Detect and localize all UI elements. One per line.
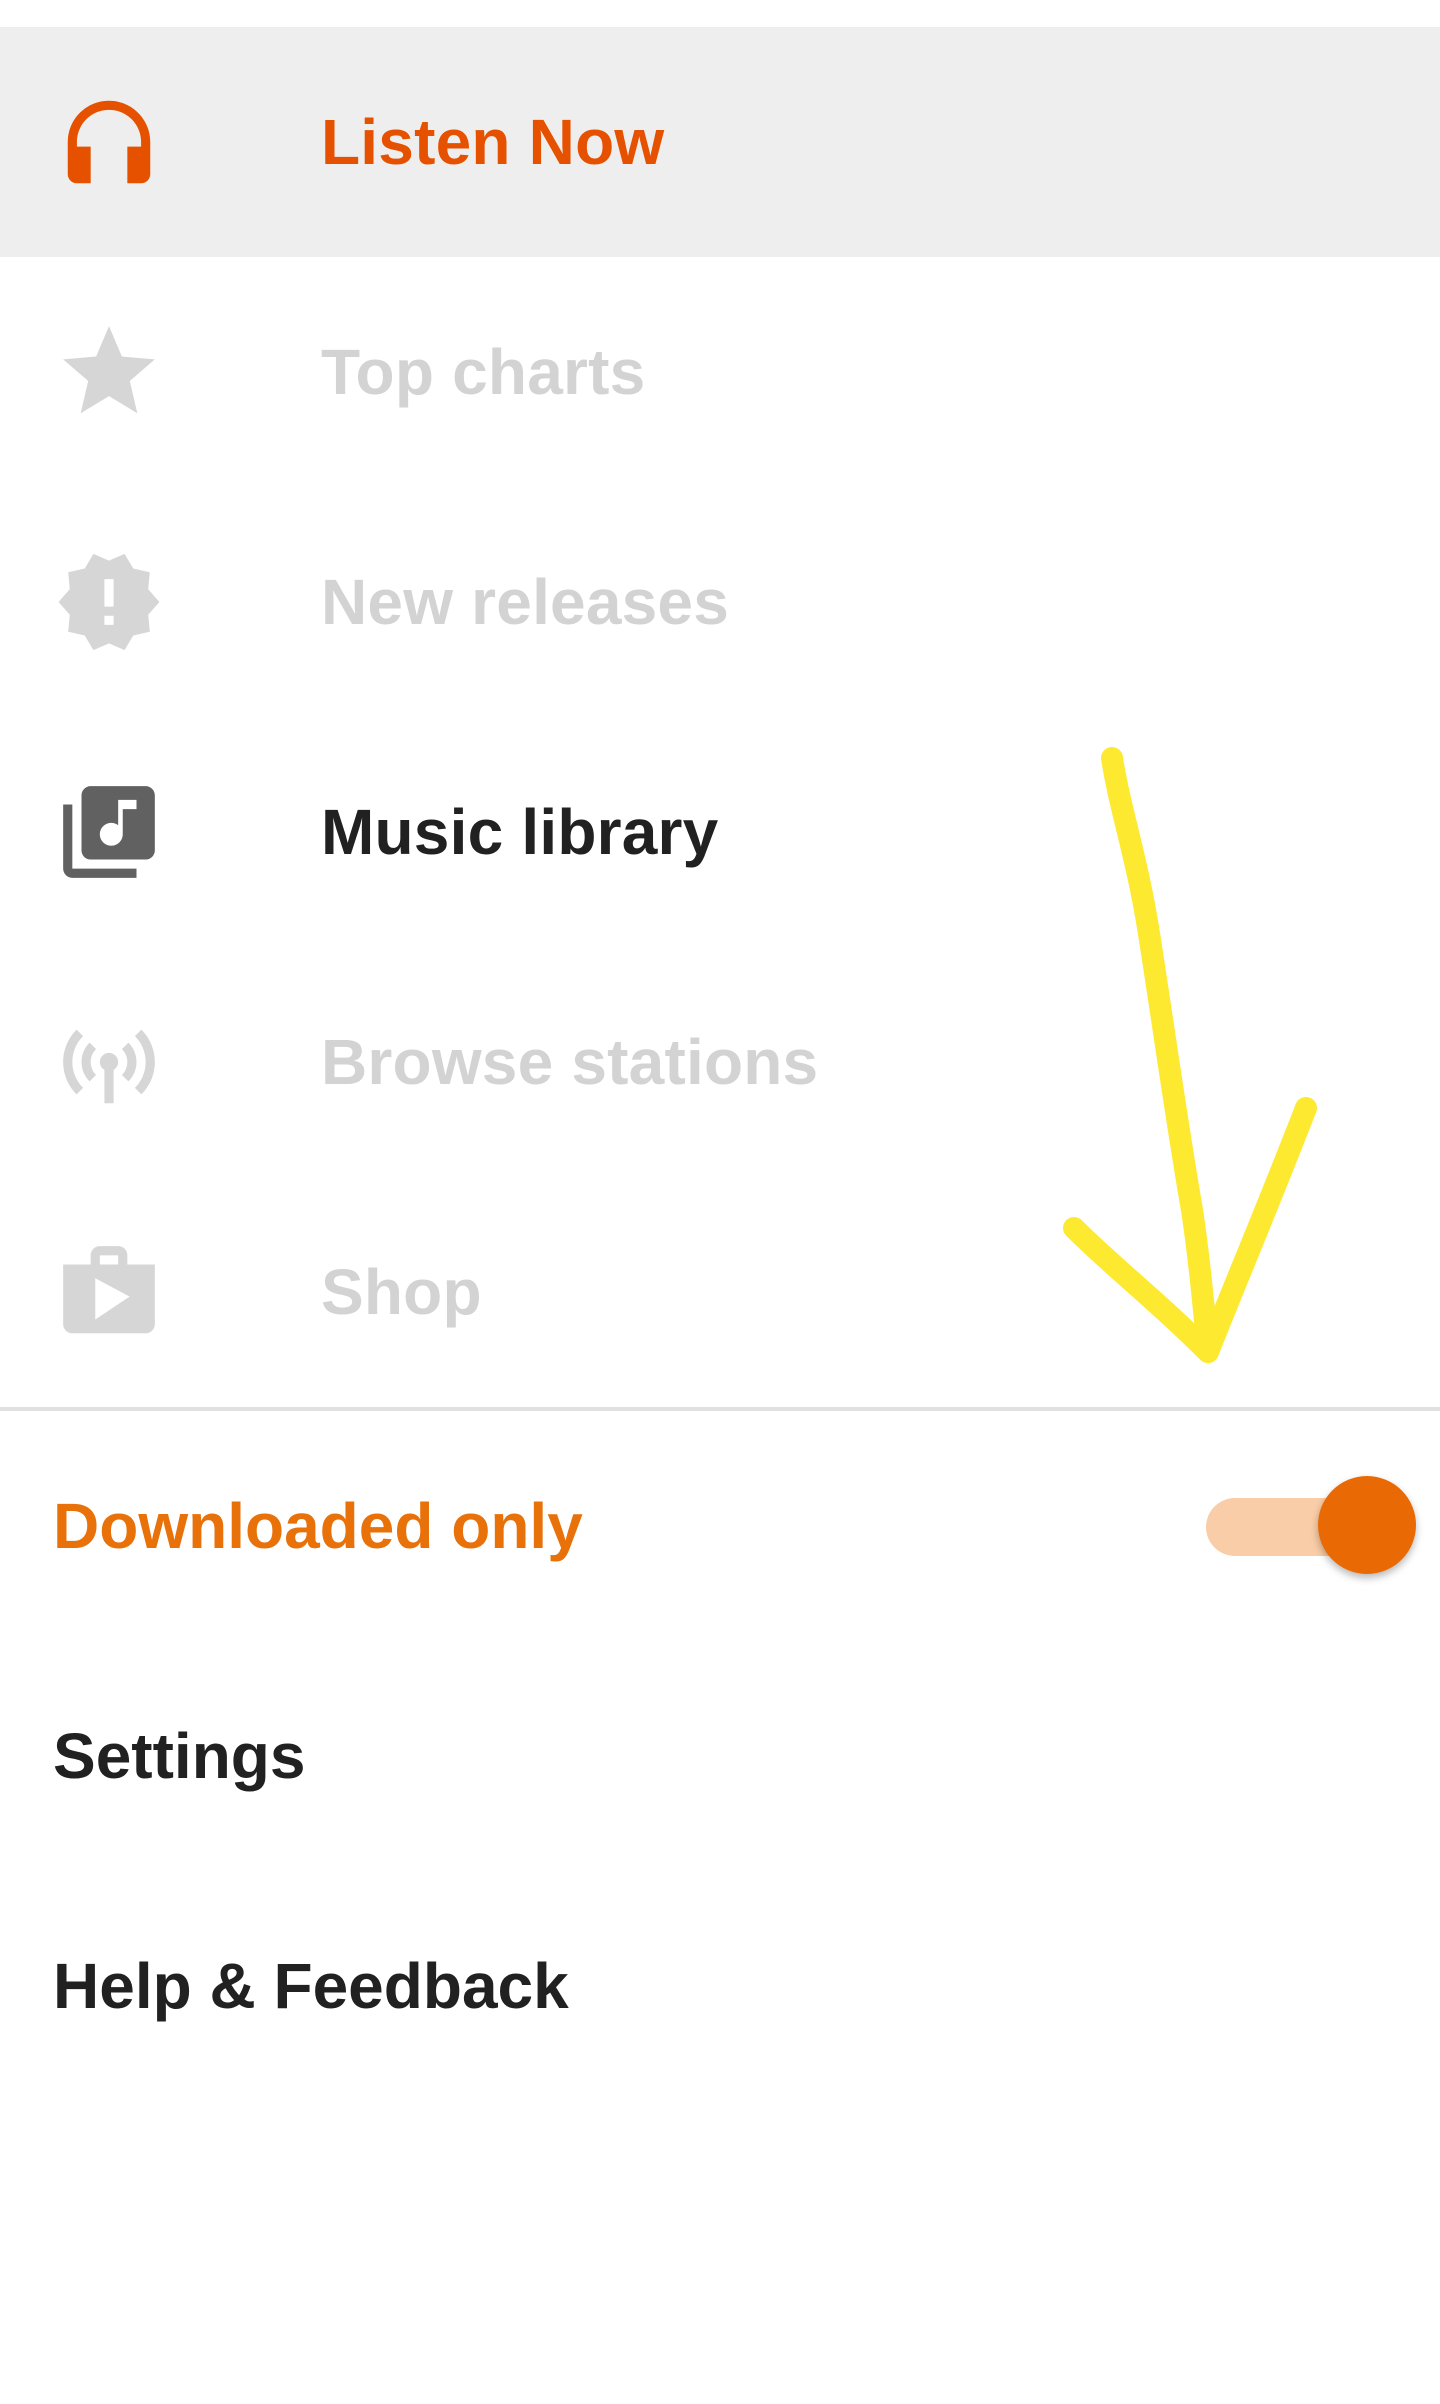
settings-label: Settings — [53, 1720, 306, 1792]
nav-item-music-library[interactable]: Music library — [0, 717, 1440, 947]
help-feedback-label: Help & Feedback — [53, 1950, 569, 2022]
downloaded-only-toggle[interactable] — [1206, 1476, 1416, 1576]
drawer-nav-list: Listen Now Top charts New releases Music… — [0, 27, 1440, 1407]
nav-item-listen-now[interactable]: Listen Now — [0, 27, 1440, 257]
nav-label-listen-now: Listen Now — [321, 106, 665, 178]
downloaded-only-row[interactable]: Downloaded only — [0, 1411, 1440, 1641]
help-feedback-row[interactable]: Help & Feedback — [0, 1871, 1440, 2101]
music-library-icon — [54, 777, 164, 887]
status-spacer — [0, 0, 1440, 27]
nav-label-music-library: Music library — [321, 796, 719, 868]
downloaded-only-label: Downloaded only — [53, 1490, 583, 1562]
nav-label-browse-stations: Browse stations — [321, 1026, 819, 1098]
headphones-icon — [54, 87, 164, 197]
nav-label-top-charts: Top charts — [321, 336, 646, 408]
nav-item-browse-stations[interactable]: Browse stations — [0, 947, 1440, 1177]
nav-label-shop: Shop — [321, 1256, 482, 1328]
star-icon — [54, 317, 164, 427]
nav-label-new-releases: New releases — [321, 566, 730, 638]
radio-tower-icon — [54, 1007, 164, 1117]
shopping-bag-play-icon — [54, 1237, 164, 1347]
settings-row[interactable]: Settings — [0, 1641, 1440, 1871]
toggle-thumb[interactable] — [1318, 1476, 1416, 1574]
nav-item-top-charts[interactable]: Top charts — [0, 257, 1440, 487]
navigation-drawer: Listen Now Top charts New releases Music… — [0, 0, 1440, 2404]
nav-item-new-releases[interactable]: New releases — [0, 487, 1440, 717]
nav-item-shop[interactable]: Shop — [0, 1177, 1440, 1407]
alert-badge-icon — [54, 547, 164, 657]
